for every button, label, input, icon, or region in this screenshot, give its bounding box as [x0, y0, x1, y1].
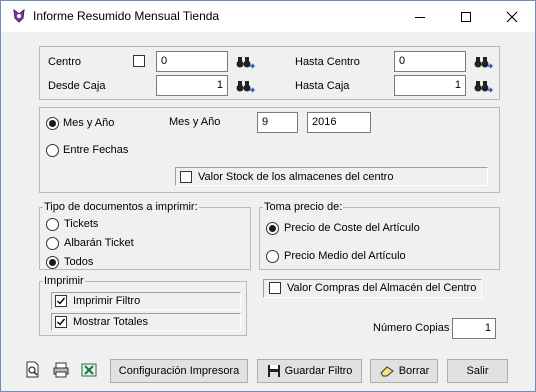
- preview-button[interactable]: [23, 360, 43, 380]
- report-window: Informe Resumido Mensual Tienda Centro 0…: [0, 0, 536, 392]
- binoculars-icon: [474, 80, 493, 92]
- stock-checkbox[interactable]: [180, 171, 192, 183]
- imprimir-filtro-label: Imprimir Filtro: [73, 295, 141, 307]
- mostrar-totales-label: Mostrar Totales: [73, 316, 148, 328]
- year-field[interactable]: 2016: [307, 112, 371, 133]
- centro-field[interactable]: 0: [156, 51, 228, 72]
- hasta-caja-search-button[interactable]: [472, 75, 493, 96]
- eraser-icon: [380, 366, 394, 377]
- print-title: Imprimir: [43, 275, 85, 287]
- config-printer-label: Configuración Impresora: [118, 365, 240, 377]
- copias-label: Número Copias: [373, 322, 450, 334]
- compras-label: Valor Compras del Almacén del Centro: [287, 282, 477, 294]
- desde-caja-field[interactable]: 1: [156, 75, 228, 96]
- print-preview-icon: [26, 361, 39, 378]
- hasta-caja-field[interactable]: 1: [394, 75, 466, 96]
- close-icon: [506, 11, 518, 22]
- floppy-disk-icon: [267, 365, 280, 377]
- mes-ano-radio[interactable]: [46, 117, 59, 130]
- todos-radio[interactable]: [46, 256, 59, 269]
- config-printer-button[interactable]: Configuración Impresora: [110, 359, 248, 383]
- minimize-button[interactable]: [397, 1, 443, 32]
- hasta-caja-label: Hasta Caja: [295, 80, 350, 92]
- doc-types-title: Tipo de documentos a imprimir:: [43, 201, 199, 213]
- exit-label: Salir: [466, 365, 489, 377]
- excel-icon: [81, 363, 97, 377]
- minimize-icon: [415, 16, 425, 18]
- tickets-radio[interactable]: [46, 218, 59, 231]
- centro-checkbox[interactable]: [133, 55, 145, 67]
- desde-caja-label: Desde Caja: [48, 80, 106, 92]
- save-filter-label: Guardar Filtro: [284, 365, 353, 377]
- precio-medio-label: Precio Medio del Artículo: [284, 250, 406, 262]
- check-icon: [57, 297, 66, 305]
- desde-caja-search-button[interactable]: [234, 75, 255, 96]
- hasta-centro-field[interactable]: 0: [394, 51, 466, 72]
- hasta-centro-search-button[interactable]: [472, 51, 493, 72]
- precio-coste-radio[interactable]: [266, 222, 279, 235]
- entre-fechas-option-label: Entre Fechas: [63, 144, 129, 156]
- mes-ano-label: Mes y Año: [169, 116, 221, 128]
- excel-export-button[interactable]: [79, 360, 99, 380]
- compras-checkbox[interactable]: [269, 282, 281, 294]
- print-button[interactable]: [51, 360, 71, 380]
- maximize-button[interactable]: [443, 1, 489, 32]
- mes-ano-option-label: Mes y Año: [63, 117, 115, 129]
- exit-button[interactable]: Salir: [447, 359, 508, 383]
- binoculars-icon: [236, 80, 255, 92]
- tickets-label: Tickets: [64, 218, 99, 230]
- price-title: Toma precio de:: [263, 201, 344, 213]
- precio-medio-radio[interactable]: [266, 250, 279, 263]
- todos-label: Todos: [64, 256, 94, 268]
- albaran-ticket-label: Albarán Ticket: [64, 237, 134, 249]
- hasta-centro-label: Hasta Centro: [295, 56, 360, 68]
- window-title: Informe Resumido Mensual Tienda: [33, 9, 220, 23]
- app-icon: [11, 8, 27, 24]
- save-filter-button[interactable]: Guardar Filtro: [257, 359, 362, 383]
- mostrar-totales-checkbox[interactable]: [55, 316, 67, 328]
- clear-button[interactable]: Borrar: [370, 359, 438, 383]
- stock-label: Valor Stock de los almacenes del centro: [198, 171, 394, 183]
- close-button[interactable]: [489, 1, 535, 32]
- binoculars-icon: [236, 56, 255, 68]
- entre-fechas-radio[interactable]: [46, 144, 59, 157]
- centro-search-button[interactable]: [234, 51, 255, 72]
- copias-field[interactable]: 1: [452, 318, 496, 339]
- printer-icon: [53, 362, 69, 378]
- binoculars-icon: [474, 56, 493, 68]
- precio-coste-label: Precio de Coste del Artículo: [284, 222, 420, 234]
- month-field[interactable]: 9: [257, 112, 298, 133]
- title-bar: Informe Resumido Mensual Tienda: [1, 1, 535, 32]
- check-icon: [57, 318, 66, 326]
- clear-label: Borrar: [398, 365, 430, 377]
- albaran-ticket-radio[interactable]: [46, 237, 59, 250]
- maximize-icon: [461, 11, 471, 22]
- imprimir-filtro-checkbox[interactable]: [55, 295, 67, 307]
- centro-label: Centro: [48, 56, 82, 68]
